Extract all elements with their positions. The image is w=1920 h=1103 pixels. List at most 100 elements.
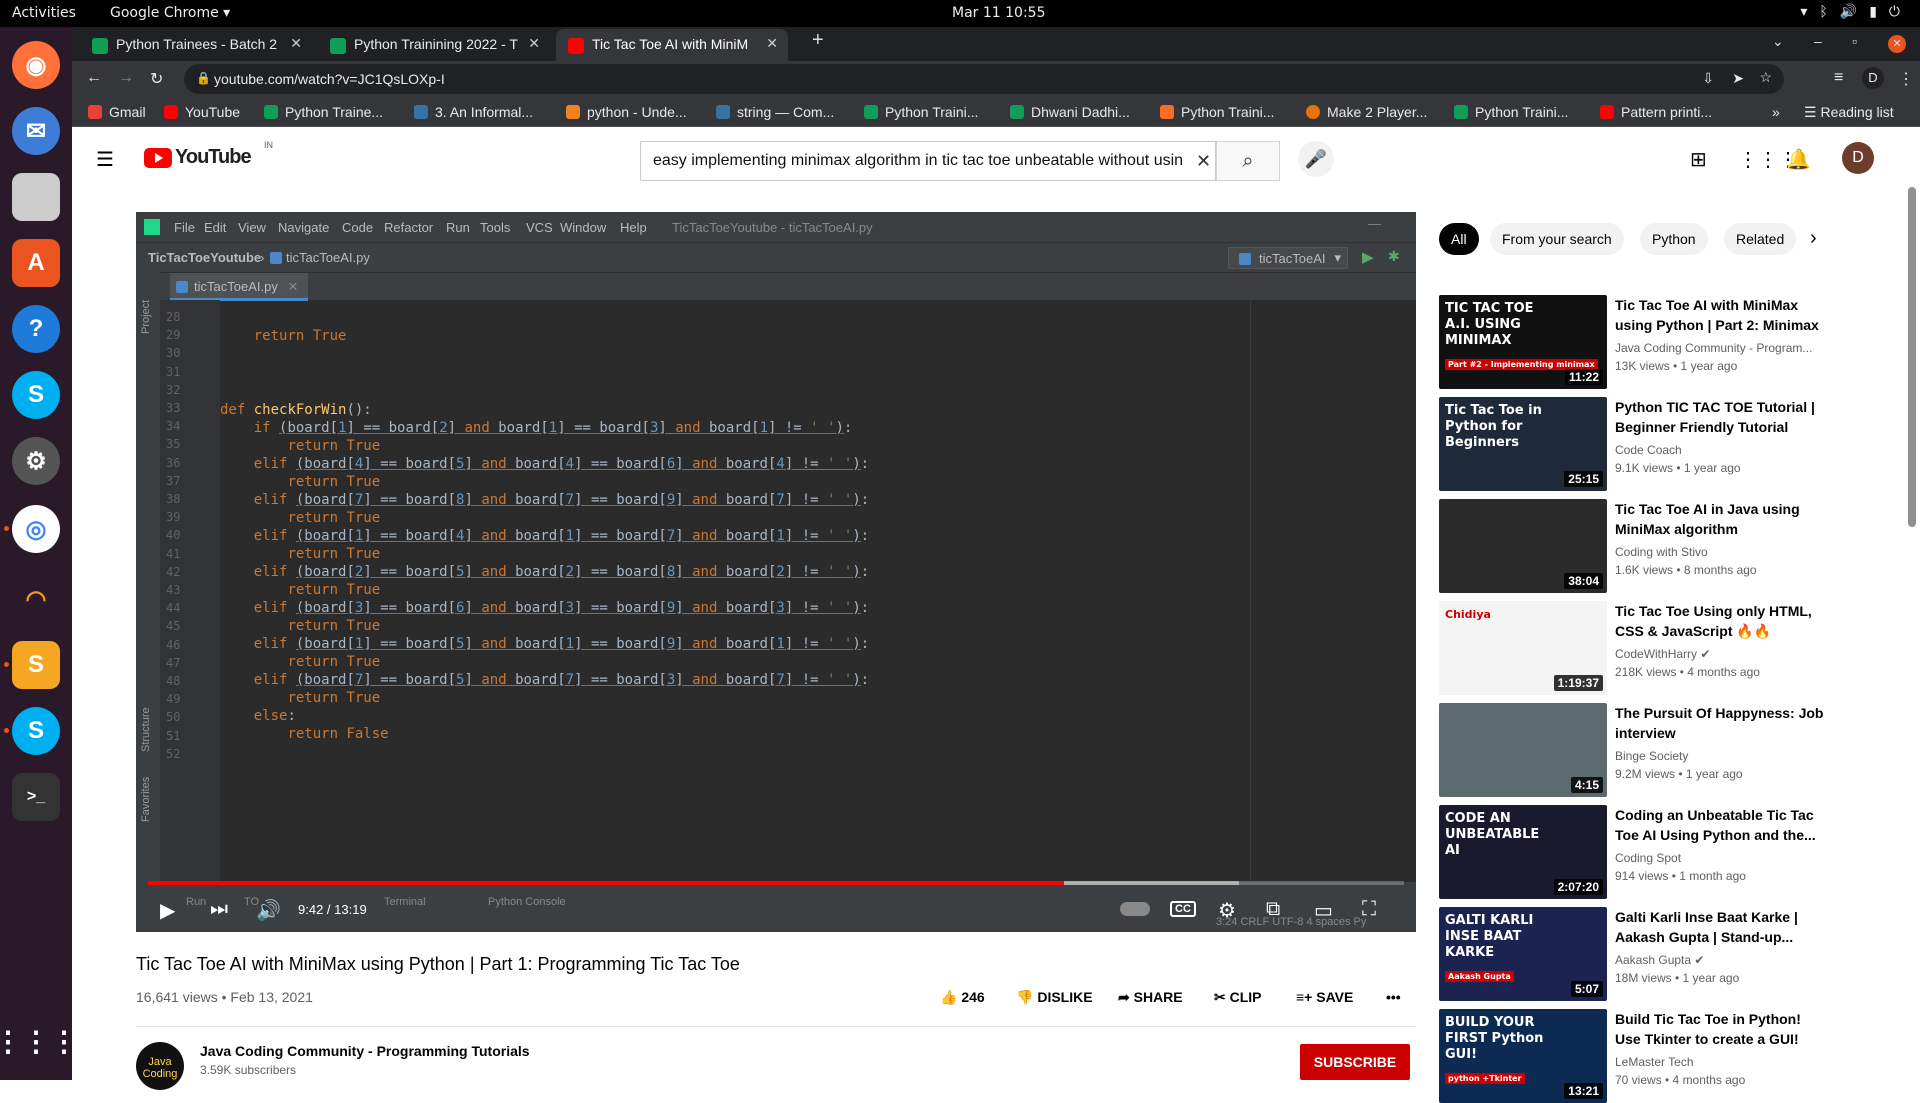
channel-name[interactable]: Java Coding Community - Programming Tuto… (200, 1043, 530, 1059)
bookmark-youtube[interactable]: YouTube (164, 104, 240, 120)
create-video-icon[interactable]: ⊞ (1690, 147, 1707, 172)
install-icon[interactable]: ⇩ (1702, 70, 1714, 87)
more-actions-button[interactable]: ••• (1386, 989, 1401, 1005)
recommended-title[interactable]: Python TIC TAC TOE Tutorial | Beginner F… (1615, 397, 1825, 437)
system-tray[interactable]: ▾ ᛒ 🔊 ▮ ⏻ (1800, 4, 1900, 20)
page-scrollbar[interactable] (1908, 187, 1916, 527)
forward-icon[interactable]: → (118, 69, 134, 87)
recommended-channel[interactable]: Coding with Stivo (1615, 545, 1825, 559)
autoplay-toggle[interactable] (1120, 902, 1150, 916)
volume-icon[interactable]: 🔊 (256, 898, 281, 923)
terminal-icon[interactable]: >_ (12, 773, 60, 821)
recommended-title[interactable]: The Pursuit Of Happyness: Job interview (1615, 703, 1825, 743)
recommended-channel[interactable]: Code Coach (1615, 443, 1825, 457)
bookmark-python-training-1[interactable]: Python Traini... (864, 104, 978, 120)
back-icon[interactable]: ← (86, 69, 102, 87)
dislike-button[interactable]: 👎 DISLIKE (1016, 989, 1093, 1006)
files-icon[interactable] (12, 173, 60, 221)
recommended-channel[interactable]: Aakash Gupta ✔ (1615, 953, 1825, 967)
recommended-video[interactable]: 4:15 The Pursuit Of Happyness: Job interv… (1439, 703, 1859, 797)
bookmark-star-icon[interactable]: ☆ (1759, 69, 1772, 86)
bookmark-gitlab[interactable]: Python Traini... (1160, 104, 1274, 120)
recommended-title[interactable]: Tic Tac Toe Using only HTML, CSS & JavaS… (1615, 601, 1825, 641)
user-avatar[interactable]: D (1842, 142, 1874, 174)
recommended-video[interactable]: CODE AN UNBEATABLE AI 2:07:20 Coding an Un… (1439, 805, 1859, 899)
subscribe-button[interactable]: SUBSCRIBE (1300, 1044, 1410, 1080)
video-thumbnail[interactable]: GALTI KARLI INSE BAAT KARKE Aakash Gupta 5… (1439, 907, 1607, 1001)
save-button[interactable]: ≡+ SAVE (1296, 989, 1353, 1005)
clip-button[interactable]: ✂ CLIP (1214, 989, 1262, 1006)
notifications-icon[interactable]: 🔔 (1786, 147, 1811, 172)
minimize-button[interactable]: – (1814, 33, 1822, 49)
recommended-title[interactable]: Tic Tac Toe AI in Java using MiniMax alg… (1615, 499, 1825, 539)
video-thumbnail[interactable]: TIC TAC TOE A.I. USING MINIMAX Part #2 - … (1439, 295, 1607, 389)
progress-bar[interactable] (148, 881, 1404, 885)
new-tab-button[interactable]: + (812, 29, 824, 52)
bookmark-dhwani[interactable]: Dhwani Dadhi... (1010, 104, 1130, 120)
address-bar[interactable]: 🔒 youtube.com/watch?v=JC1QsLOXp-I ⇩ ➤ ☆ (184, 64, 1784, 94)
clock[interactable]: Mar 11 10:55 (952, 5, 1045, 21)
help-icon[interactable]: ? (12, 305, 60, 353)
close-icon[interactable]: ✕ (290, 35, 302, 52)
bookmark-pattern[interactable]: Pattern printi... (1600, 104, 1712, 120)
chevron-right-icon[interactable]: › (1810, 227, 1817, 250)
search-button[interactable]: ⌕ (1216, 141, 1280, 181)
reload-icon[interactable]: ↻ (150, 69, 163, 89)
video-thumbnail[interactable]: BUILD YOUR FIRST Python GUI! python +Tkin… (1439, 1009, 1607, 1103)
chip-from-your-search[interactable]: From your search (1490, 223, 1624, 255)
search-input[interactable]: easy implementing minimax algorithm in t… (640, 141, 1216, 181)
bookmark-string[interactable]: string — Com... (716, 104, 834, 120)
video-thumbnail[interactable]: Chidiya 1:19:37 (1439, 601, 1607, 695)
channel-avatar[interactable]: Java Coding (136, 1042, 184, 1090)
thunderbird-icon[interactable]: ✉ (12, 107, 60, 155)
recommended-video[interactable]: Chidiya 1:19:37 Tic Tac Toe Using only HTM… (1439, 601, 1859, 695)
bookmark-python-trainees[interactable]: Python Traine... (264, 104, 383, 120)
settings-icon[interactable]: ⚙ (1218, 898, 1236, 923)
hamburger-menu-icon[interactable]: ☰ (96, 147, 114, 172)
video-thumbnail[interactable]: 4:15 (1439, 703, 1607, 797)
recommended-title[interactable]: Coding an Unbeatable Tic Tac Toe AI Usin… (1615, 805, 1825, 845)
play-icon[interactable]: ▶ (160, 898, 175, 923)
recommended-channel[interactable]: CodeWithHarry ✔ (1615, 647, 1825, 661)
mic-icon[interactable]: 🎤 (1298, 141, 1334, 177)
tab-python-trainees[interactable]: Python Trainees - Batch 2 ✕ (80, 29, 312, 61)
bookmark-make-2-player[interactable]: Make 2 Player... (1306, 104, 1427, 120)
settings-icon[interactable]: ⚙ (12, 437, 60, 485)
recommended-title[interactable]: Tic Tac Toe AI with MiniMax using Python… (1615, 295, 1825, 335)
profile-avatar[interactable]: D (1862, 67, 1884, 89)
update-icon[interactable]: ◠ (12, 575, 60, 623)
sublime-icon[interactable]: S (12, 641, 60, 689)
skype-icon-2[interactable]: S (12, 707, 60, 755)
recommended-video[interactable]: Tic Tac Toe in Python for Beginners 25:15… (1439, 397, 1859, 491)
video-player[interactable]: File Edit View Navigate Code Refactor Ru… (136, 212, 1416, 932)
maximize-button[interactable]: ▫ (1852, 33, 1857, 49)
send-icon[interactable]: ➤ (1732, 70, 1744, 87)
next-icon[interactable]: ⏭ (210, 898, 228, 921)
bookmark-informal[interactable]: 3. An Informal... (414, 104, 533, 120)
chip-python[interactable]: Python (1640, 223, 1708, 255)
close-window-button[interactable]: ✕ (1888, 35, 1906, 53)
skype-icon[interactable]: S (12, 371, 60, 419)
recommended-channel[interactable]: Binge Society (1615, 749, 1825, 763)
menu-icon[interactable]: ⋮ (1898, 69, 1914, 89)
youtube-logo[interactable]: YouTube IN (144, 140, 273, 169)
subtitles-button[interactable]: CC (1170, 901, 1196, 917)
miniplayer-icon[interactable]: ⧉ (1266, 898, 1280, 921)
fullscreen-icon[interactable]: ⛶ (1362, 898, 1376, 921)
chrome-icon[interactable]: ◎ (12, 505, 60, 553)
show-apps-icon[interactable]: ⋮⋮⋮ (0, 1017, 78, 1065)
recommended-title[interactable]: Build Tic Tac Toe in Python! Use Tkinter… (1615, 1009, 1825, 1049)
recommended-video[interactable]: BUILD YOUR FIRST Python GUI! python +Tkin… (1439, 1009, 1859, 1103)
software-icon[interactable]: A (12, 239, 60, 287)
chip-all[interactable]: All (1439, 223, 1479, 255)
recommended-video[interactable]: GALTI KARLI INSE BAAT KARKE Aakash Gupta 5… (1439, 907, 1859, 1001)
close-icon[interactable]: ✕ (528, 35, 540, 52)
activities-button[interactable]: Activities (12, 5, 76, 21)
tab-python-training[interactable]: Python Trainining 2022 - T ✕ (318, 29, 550, 61)
recommended-channel[interactable]: Java Coding Community - Program... (1615, 341, 1825, 355)
theater-mode-icon[interactable]: ▭ (1314, 898, 1333, 923)
video-thumbnail[interactable]: Tic Tac Toe in Python for Beginners 25:15 (1439, 397, 1607, 491)
recommended-channel[interactable]: Coding Spot (1615, 851, 1825, 865)
tab-search-icon[interactable]: ⌄ (1772, 33, 1784, 50)
more-bookmarks-button[interactable]: » (1772, 104, 1780, 120)
